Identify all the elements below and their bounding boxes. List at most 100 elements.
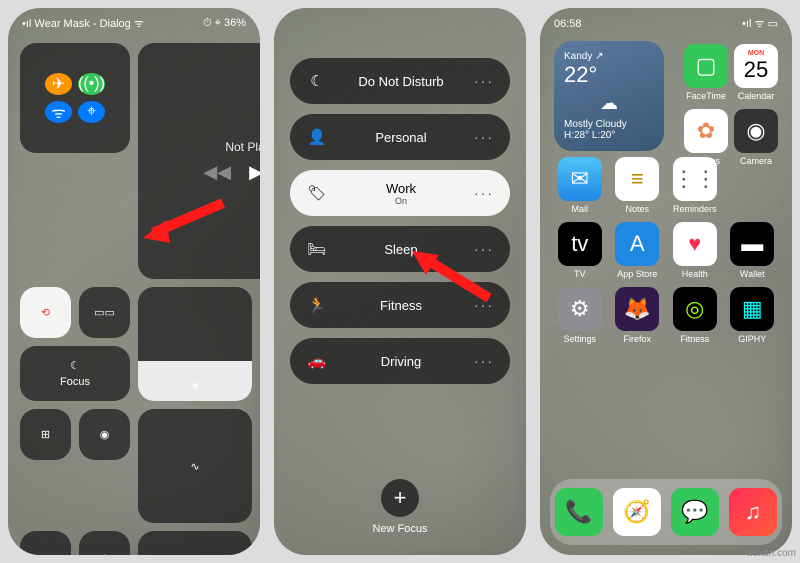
app-label: TV: [574, 269, 586, 279]
app-label: GIPHY: [738, 334, 766, 344]
app-health[interactable]: ♥Health: [669, 222, 721, 279]
app-label: App Store: [617, 269, 657, 279]
media-title: Not Playing: [225, 140, 260, 154]
more-icon[interactable]: ···: [474, 73, 494, 89]
focus-item-work[interactable]: 🏷WorkOn···: [290, 170, 510, 216]
app-label: Fitness: [680, 334, 709, 344]
media-tile[interactable]: ◉ Not Playing ◀◀ ▶ ▶▶: [138, 43, 260, 279]
status-time: 06:58: [554, 18, 582, 30]
focus-list: ☾Do Not Disturb···👤Personal···🏷WorkOn···…: [274, 8, 526, 384]
app-label: Mail: [571, 204, 588, 214]
control-center-grid: ✈ ((•)) ᯤ ⌖ ◉ Not Playing ◀◀ ▶ ▶▶ ⟲ ▭▭ ☀…: [8, 35, 260, 401]
app-icon: MON25: [734, 44, 778, 88]
app-firefox[interactable]: 🦊 Firefox: [612, 287, 664, 344]
focus-item-driving[interactable]: 🚗Driving···: [290, 338, 510, 384]
more-icon[interactable]: ···: [474, 353, 494, 369]
airplane-icon[interactable]: ✈: [45, 73, 72, 95]
app-label: Notes: [625, 204, 649, 214]
focus-item-icon: 👤: [306, 128, 328, 146]
weather-cond: Mostly Cloudy: [564, 119, 654, 130]
app-label: Health: [682, 269, 708, 279]
dock-app-icon[interactable]: ♫: [729, 488, 777, 536]
focus-item-label: Sleep: [328, 242, 474, 257]
more-icon[interactable]: ···: [474, 185, 494, 201]
focus-item-label: WorkOn: [328, 181, 474, 206]
app-tv[interactable]: tv TV: [554, 222, 606, 279]
focus-tile[interactable]: ☾ Focus: [20, 346, 130, 401]
text-size-tile[interactable]: AA: [138, 531, 252, 555]
weather-widget[interactable]: Kandy ↗ 22° ☁ Mostly Cloudy H:28° L:20°: [554, 41, 664, 151]
mirroring-icon: ▭▭: [94, 306, 115, 319]
app-icon: 🦊: [615, 287, 659, 331]
home-top-right-apps: ▢FaceTimeMON25Calendar✿Photos◉Camera: [684, 44, 778, 166]
plus-icon: +: [381, 479, 419, 517]
moon-icon: ☾: [70, 359, 80, 372]
app-settings[interactable]: ⚙Settings: [554, 287, 606, 344]
battery-icon: ▭: [40, 550, 50, 555]
app-label: Firefox: [623, 334, 651, 344]
brightness-slider[interactable]: ☀: [138, 287, 252, 401]
dock-app-icon[interactable]: 💬: [671, 488, 719, 536]
focus-item-fitness[interactable]: 🏃Fitness···: [290, 282, 510, 328]
play-icon[interactable]: ▶: [249, 162, 260, 183]
app-mail[interactable]: ✉Mail: [554, 157, 606, 214]
more-icon[interactable]: ···: [474, 241, 494, 257]
home-screen-panel: 06:58 •ıl ᯤ ▭ Kandy ↗ 22° ☁ Mostly Cloud…: [540, 8, 792, 555]
calculator-tile[interactable]: ⊞: [20, 409, 71, 460]
status-bar: •ıl Wear Mask - Dialog ᯤ ⏱ ⌖ 36%: [8, 8, 260, 35]
dock: 📞🧭💬♫: [550, 479, 782, 545]
sound-icon: ∿: [190, 460, 199, 473]
focus-item-icon: 🚗: [306, 352, 328, 370]
focus-item-personal[interactable]: 👤Personal···: [290, 114, 510, 160]
focus-item-label: Personal: [328, 130, 474, 145]
timer-icon: ◔: [101, 551, 108, 556]
weather-hl: H:28° L:20°: [564, 130, 654, 141]
focus-list-panel: ☾Do Not Disturb···👤Personal···🏷WorkOn···…: [274, 8, 526, 555]
app-giphy[interactable]: ▦GIPHY: [727, 287, 779, 344]
app-icon: tv: [558, 222, 602, 266]
bluetooth-icon[interactable]: ⌖: [78, 101, 105, 123]
app-icon: A: [615, 222, 659, 266]
screen-mirroring-tile[interactable]: ▭▭: [79, 287, 130, 338]
app-fitness[interactable]: ◎Fitness: [669, 287, 721, 344]
focus-item-sleep[interactable]: 🛏Sleep···: [290, 226, 510, 272]
focus-item-label: Do Not Disturb: [328, 74, 474, 89]
app-label: Reminders: [673, 204, 717, 214]
app-label: Settings: [563, 334, 596, 344]
focus-item-icon: ☾: [306, 72, 328, 90]
timer-tile[interactable]: ◔: [79, 531, 130, 555]
app-icon: ▢: [684, 44, 728, 88]
orientation-lock-tile[interactable]: ⟲: [20, 287, 71, 338]
app-wallet[interactable]: ▬Wallet: [727, 222, 779, 279]
more-icon[interactable]: ···: [474, 129, 494, 145]
connectivity-tile[interactable]: ✈ ((•)) ᯤ ⌖: [20, 43, 130, 153]
cellular-icon[interactable]: ((•)): [78, 73, 105, 95]
app-reminders[interactable]: ⋮⋮Reminders: [669, 157, 721, 214]
shazam-tile[interactable]: ∿: [138, 409, 252, 523]
dock-app-icon[interactable]: 📞: [555, 488, 603, 536]
wifi-icon[interactable]: ᯤ: [45, 101, 72, 123]
dock-app-icon[interactable]: 🧭: [613, 488, 661, 536]
app-facetime[interactable]: ▢FaceTime: [684, 44, 728, 101]
app-icon: ▬: [730, 222, 774, 266]
app-calendar[interactable]: MON25Calendar: [734, 44, 778, 101]
app-icon: ◉: [734, 109, 778, 153]
screen-record-tile[interactable]: ◉: [79, 409, 130, 460]
focus-item-icon: 🏷: [306, 184, 328, 202]
weather-city: Kandy ↗: [564, 51, 654, 62]
calculator-icon: ⊞: [41, 428, 50, 441]
app-icon: ≡: [615, 157, 659, 201]
watermark: wsxdn.com: [746, 548, 796, 559]
weather-temp: 22°: [564, 62, 654, 88]
low-power-tile[interactable]: ▭: [20, 531, 71, 555]
more-icon[interactable]: ···: [474, 297, 494, 313]
prev-icon[interactable]: ◀◀: [203, 162, 231, 183]
focus-item-do-not-disturb[interactable]: ☾Do Not Disturb···: [290, 58, 510, 104]
app-app-store[interactable]: A App Store: [612, 222, 664, 279]
new-focus-label: New Focus: [372, 523, 427, 535]
lock-rotation-icon: ⟲: [41, 306, 50, 319]
app-notes[interactable]: ≡ Notes: [612, 157, 664, 214]
status-indicators: •ıl ᯤ ▭: [742, 16, 778, 31]
new-focus-button[interactable]: + New Focus: [274, 479, 526, 535]
cloud-icon: ☁: [564, 93, 654, 114]
